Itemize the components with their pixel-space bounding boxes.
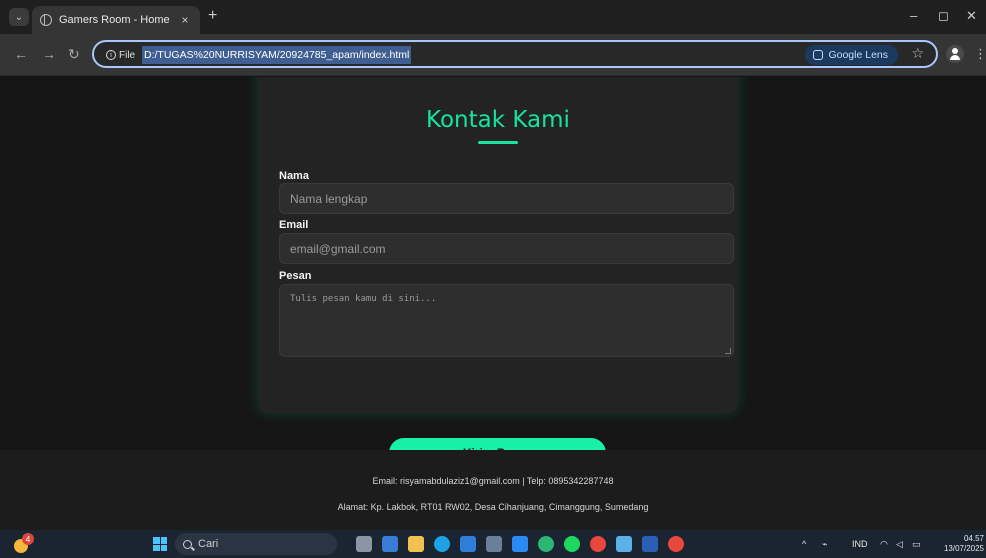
- browser-menu-icon[interactable]: ⋮: [974, 46, 986, 62]
- battery-icon[interactable]: ▭: [912, 539, 921, 550]
- contact-title: Kontak Kami: [426, 107, 570, 133]
- url-text[interactable]: D:/TUGAS%20NURRISYAM/20924785_apam/index…: [142, 46, 412, 64]
- file-explorer-icon[interactable]: [408, 536, 424, 552]
- photos-icon[interactable]: [616, 536, 632, 552]
- search-label: Cari: [198, 538, 219, 550]
- site-info-chip[interactable]: i File: [100, 46, 141, 64]
- wifi-icon[interactable]: ◠: [880, 539, 888, 550]
- email-label: Email: [279, 219, 309, 231]
- email-input[interactable]: email@gmail.com: [279, 233, 734, 264]
- word-icon[interactable]: [642, 536, 658, 552]
- name-label: Nama: [279, 170, 309, 182]
- browser-tab[interactable]: Gamers Room - Home ×: [32, 6, 200, 34]
- camera-icon[interactable]: [486, 536, 502, 552]
- clock-date: 13/07/2025: [943, 544, 984, 553]
- contact-card: Kontak Kami Nama Nama lengkap Email emai…: [258, 77, 738, 468]
- minimize-icon[interactable]: –: [910, 8, 917, 23]
- footer-address-line: Alamat: Kp. Lakbok, RT01 RW02, Desa Ciha…: [337, 502, 649, 512]
- system-clock[interactable]: 04.57 13/07/2025: [934, 534, 984, 554]
- back-arrow-icon[interactable]: ←: [14, 47, 28, 61]
- address-bar[interactable]: i File D:/TUGAS%20NURRISYAM/20924785_apa…: [92, 40, 938, 68]
- browser-tab-bar: ⌄ Gamers Room - Home × + – ◻ ✕: [0, 0, 986, 34]
- notification-badge: 4: [22, 533, 34, 545]
- message-textarea[interactable]: Tulis pesan kamu di sini...: [279, 284, 734, 357]
- reload-icon[interactable]: ↻: [68, 47, 80, 61]
- new-tab-button[interactable]: +: [208, 8, 217, 24]
- resize-handle[interactable]: [725, 348, 731, 354]
- title-underline: [478, 141, 518, 144]
- taskbar: 4 Cari ^ ⌁ IND ◠ ◁ ▭ 04.57 13/07/2025: [0, 530, 986, 558]
- edge-icon[interactable]: [434, 536, 450, 552]
- close-window-icon[interactable]: ✕: [966, 8, 977, 24]
- tab-search-chevron-icon[interactable]: ⌄: [9, 8, 29, 26]
- browser-toolbar: ← → ↻ i File D:/TUGAS%20NURRISYAM/209247…: [0, 34, 986, 76]
- windows-start-icon[interactable]: [153, 537, 167, 551]
- spotify-icon[interactable]: [564, 536, 580, 552]
- restore-icon[interactable]: ◻: [938, 8, 949, 24]
- chrome-active-icon[interactable]: [668, 536, 684, 552]
- message-label: Pesan: [279, 270, 312, 282]
- taskbar-search[interactable]: Cari: [175, 533, 337, 555]
- chrome-icon[interactable]: [590, 536, 606, 552]
- name-input[interactable]: Nama lengkap: [279, 183, 734, 214]
- tab-close-icon[interactable]: ×: [178, 13, 192, 27]
- store-icon[interactable]: [460, 536, 476, 552]
- tab-title: Gamers Room - Home: [59, 14, 170, 26]
- whatsapp-icon[interactable]: [538, 536, 554, 552]
- tray-app-icon[interactable]: ⌁: [822, 539, 827, 550]
- weather-widget[interactable]: 4: [12, 533, 36, 555]
- globe-icon: [40, 14, 52, 26]
- widgets-icon[interactable]: [382, 536, 398, 552]
- google-lens-button[interactable]: Google Lens: [805, 45, 898, 65]
- profile-avatar-icon[interactable]: [946, 45, 964, 63]
- language-indicator[interactable]: IND: [852, 539, 868, 549]
- forward-arrow-icon[interactable]: →: [42, 47, 56, 61]
- search-icon: [183, 539, 192, 549]
- vscode-icon[interactable]: [512, 536, 528, 552]
- message-placeholder: Tulis pesan kamu di sini...: [290, 294, 437, 304]
- volume-icon[interactable]: ◁: [896, 539, 903, 550]
- lens-icon: [813, 50, 824, 60]
- page-footer: Email: risyamabdulaziz1@gmail.com | Telp…: [0, 450, 986, 530]
- page-viewport: Kontak Kami Nama Nama lengkap Email emai…: [0, 77, 986, 530]
- tray-chevron-icon[interactable]: ^: [802, 539, 806, 549]
- bookmark-star-icon[interactable]: ☆: [911, 45, 924, 62]
- info-icon: i: [106, 50, 116, 60]
- task-view-icon[interactable]: [356, 536, 372, 552]
- footer-contact-line: Email: risyamabdulaziz1@gmail.com | Telp…: [372, 476, 614, 486]
- clock-time: 04.57: [963, 534, 984, 543]
- lens-label: Google Lens: [828, 49, 888, 61]
- file-label: File: [119, 49, 136, 61]
